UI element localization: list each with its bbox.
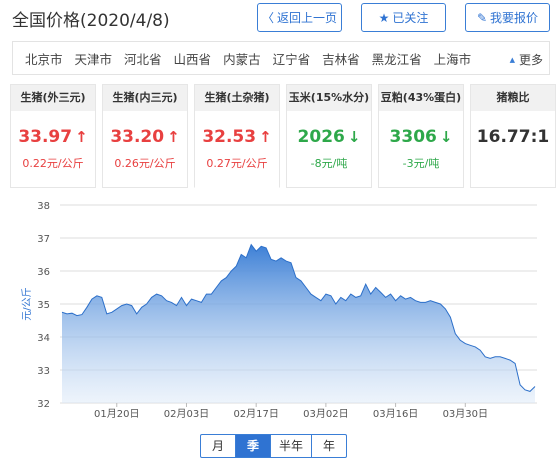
- range-quarter-button[interactable]: 季: [235, 434, 271, 458]
- price-card-pig-local[interactable]: 生猪(土杂猪) 32.53 ↑ 0.27元/公斤: [194, 84, 280, 188]
- price-card-corn[interactable]: 玉米(15%水分) 2026 ↓ -8元/吨: [286, 84, 372, 188]
- arrow-down-icon: ↓: [439, 128, 453, 146]
- arrow-up-icon: ↑: [259, 128, 272, 146]
- price-card-soymeal[interactable]: 豆粕(43%蛋白) 3306 ↓ -3元/吨: [378, 84, 464, 188]
- region-link[interactable]: 天津市: [75, 49, 113, 68]
- quote-button[interactable]: ✎ 我要报价: [465, 3, 550, 32]
- range-year-button[interactable]: 年: [311, 434, 347, 458]
- price-card-pig-outer[interactable]: 生猪(外三元) 33.97 ↑ 0.22元/公斤: [10, 84, 96, 188]
- price-card-pig-inner[interactable]: 生猪(内三元) 33.20 ↑ 0.26元/公斤: [102, 84, 188, 188]
- price-chart-svg: 32 33 34 35 36 37 38 01月20日 02月03日 02月17日 03月02日 03…: [21, 201, 537, 420]
- region-link[interactable]: 河北省: [124, 49, 162, 68]
- region-link[interactable]: 山西省: [174, 49, 212, 68]
- card-value: 3306 ↓: [389, 127, 453, 147]
- range-month-button[interactable]: 月: [200, 434, 236, 458]
- arrow-down-icon: ↓: [347, 128, 361, 146]
- card-value: 32.53 ↑: [202, 127, 272, 147]
- chevron-left-icon: 〈: [261, 11, 274, 25]
- page-title: 全国价格(2020/4/8): [12, 11, 170, 31]
- card-label: 玉米(15%水分): [287, 85, 371, 111]
- x-tick-label: 03月30日: [443, 408, 488, 420]
- y-axis-label: 元/公斤: [21, 287, 33, 320]
- card-change: 0.22元/公斤: [22, 157, 84, 170]
- back-button[interactable]: 〈 返回上一页: [257, 3, 342, 32]
- region-link[interactable]: 上海市: [434, 49, 472, 68]
- card-label: 生猪(土杂猪): [195, 85, 279, 111]
- price-cards: 生猪(外三元) 33.97 ↑ 0.22元/公斤 生猪(内三元) 33.20 ↑ 0…: [10, 84, 556, 188]
- card-value: 33.20 ↑: [110, 127, 180, 147]
- card-change: -3元/吨: [402, 157, 440, 170]
- region-link[interactable]: 内蒙古: [223, 49, 261, 68]
- y-tick-label: 38: [37, 201, 50, 212]
- y-tick-label: 36: [37, 267, 50, 278]
- range-halfyear-button[interactable]: 半年: [270, 434, 312, 458]
- more-label: 更多: [518, 53, 543, 67]
- range-selector: 月 季 半年 年: [200, 434, 347, 458]
- card-change: 0.26元/公斤: [114, 157, 176, 170]
- follow-button[interactable]: ★ 已关注: [361, 3, 446, 32]
- card-label: 生猪(内三元): [103, 85, 187, 111]
- card-change: -8元/吨: [310, 157, 348, 170]
- region-link[interactable]: 黑龙江省: [372, 49, 422, 68]
- arrow-up-icon: ↑: [75, 128, 88, 146]
- region-link[interactable]: 吉林省: [322, 49, 360, 68]
- triangle-up-icon: ▲: [509, 55, 515, 64]
- x-tick-label: 02月17日: [233, 408, 278, 420]
- y-tick-label: 35: [37, 300, 50, 311]
- y-tick-label: 34: [37, 333, 50, 344]
- star-icon: ★: [378, 10, 390, 25]
- quote-button-label: 我要报价: [490, 11, 539, 25]
- region-link[interactable]: 北京市: [25, 49, 63, 68]
- card-value: 16.77:1: [476, 127, 550, 147]
- card-label: 豆粕(43%蛋白): [379, 85, 463, 111]
- x-tick-label: 03月16日: [373, 408, 418, 420]
- more-regions-button[interactable]: ▲ 更多: [510, 51, 543, 68]
- arrow-up-icon: ↑: [167, 128, 180, 146]
- y-tick-label: 37: [37, 234, 50, 245]
- x-tick-label: 02月03日: [164, 408, 209, 420]
- x-tick-label: 01月20日: [94, 408, 139, 420]
- x-tick-label: 03月02日: [303, 408, 348, 420]
- region-bar: 北京市 天津市 河北省 山西省 内蒙古 辽宁省 吉林省 黑龙江省 上海市 ▲ 更…: [12, 41, 550, 75]
- y-tick-label: 33: [37, 366, 50, 377]
- card-value: 33.97 ↑: [18, 127, 88, 147]
- price-chart: 32 33 34 35 36 37 38 01月20日 02月03日 02月17日 03月02日 03…: [10, 196, 553, 469]
- back-button-label: 返回上一页: [277, 11, 338, 25]
- follow-button-label: 已关注: [392, 11, 429, 25]
- region-link[interactable]: 辽宁省: [273, 49, 311, 68]
- price-card-pig-grain-ratio[interactable]: 猪粮比 16.77:1: [470, 84, 556, 188]
- card-value: 2026 ↓: [297, 127, 361, 147]
- y-tick-label: 32: [37, 399, 50, 410]
- series-area: [62, 244, 535, 403]
- card-change: 0.27元/公斤: [206, 157, 268, 170]
- edit-icon: ✎: [476, 10, 488, 25]
- card-label: 猪粮比: [471, 85, 555, 111]
- card-label: 生猪(外三元): [11, 85, 95, 111]
